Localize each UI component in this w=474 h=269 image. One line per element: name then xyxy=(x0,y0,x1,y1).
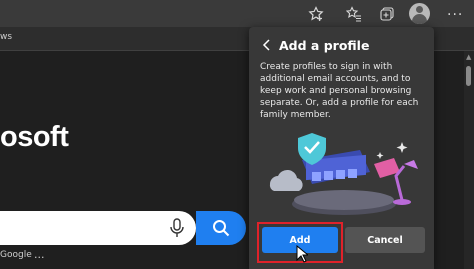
more-links-icon[interactable]: ... xyxy=(34,248,45,261)
flyout-description: Create profiles to sign in with addition… xyxy=(260,62,419,120)
more-options-icon[interactable]: ... xyxy=(447,3,463,19)
back-arrow-icon[interactable] xyxy=(262,37,272,51)
microphone-icon[interactable] xyxy=(168,218,186,238)
brand-logo-text: osoft xyxy=(0,121,69,153)
cancel-button[interactable]: Cancel xyxy=(345,227,425,253)
profile-illustration xyxy=(269,133,418,215)
profile-avatar[interactable] xyxy=(409,3,430,24)
collections-icon[interactable] xyxy=(377,4,397,24)
search-button[interactable] xyxy=(196,211,246,245)
scroll-up-icon[interactable]: ▲ xyxy=(466,53,471,61)
favorites-bar-item[interactable]: ws xyxy=(0,32,12,42)
google-link[interactable]: Google xyxy=(0,250,32,260)
mouse-cursor-icon xyxy=(296,245,308,263)
search-input[interactable] xyxy=(0,211,196,245)
favorites-icon[interactable] xyxy=(344,4,364,24)
search-icon xyxy=(213,220,230,237)
favorite-add-icon[interactable] xyxy=(306,4,326,24)
scrollbar-thumb[interactable] xyxy=(466,66,471,86)
browser-toolbar: ... xyxy=(0,0,474,27)
flyout-title: Add a profile xyxy=(279,38,370,53)
